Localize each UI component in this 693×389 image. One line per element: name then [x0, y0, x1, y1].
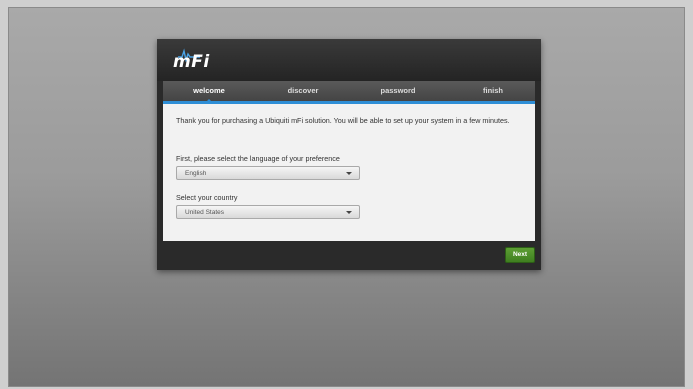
language-label: First, please select the language of you… — [176, 154, 340, 163]
country-select[interactable]: United States — [176, 205, 360, 219]
tab-discover: discover — [287, 86, 319, 95]
tab-password: password — [380, 86, 416, 95]
chevron-down-icon — [346, 211, 352, 214]
intro-text: Thank you for purchasing a Ubiquiti mFi … — [176, 116, 510, 125]
tab-finish: finish — [483, 86, 503, 95]
logo-text: mFi — [173, 52, 210, 72]
country-label: Select your country — [176, 193, 238, 202]
country-select-value: United States — [185, 209, 225, 216]
mfi-logo: mFi — [170, 48, 230, 76]
tab-welcome: welcome — [193, 86, 225, 95]
language-select[interactable]: English — [176, 166, 360, 180]
setup-wizard: mFi welcome discover password finish Tha… — [157, 39, 541, 270]
chevron-down-icon — [346, 172, 352, 175]
wizard-content: Thank you for purchasing a Ubiquiti mFi … — [163, 104, 535, 241]
wizard-header: mFi — [157, 39, 541, 81]
next-button[interactable]: Next — [505, 247, 535, 263]
language-select-value: English — [185, 170, 207, 177]
wizard-steps: welcome discover password finish — [163, 81, 535, 104]
